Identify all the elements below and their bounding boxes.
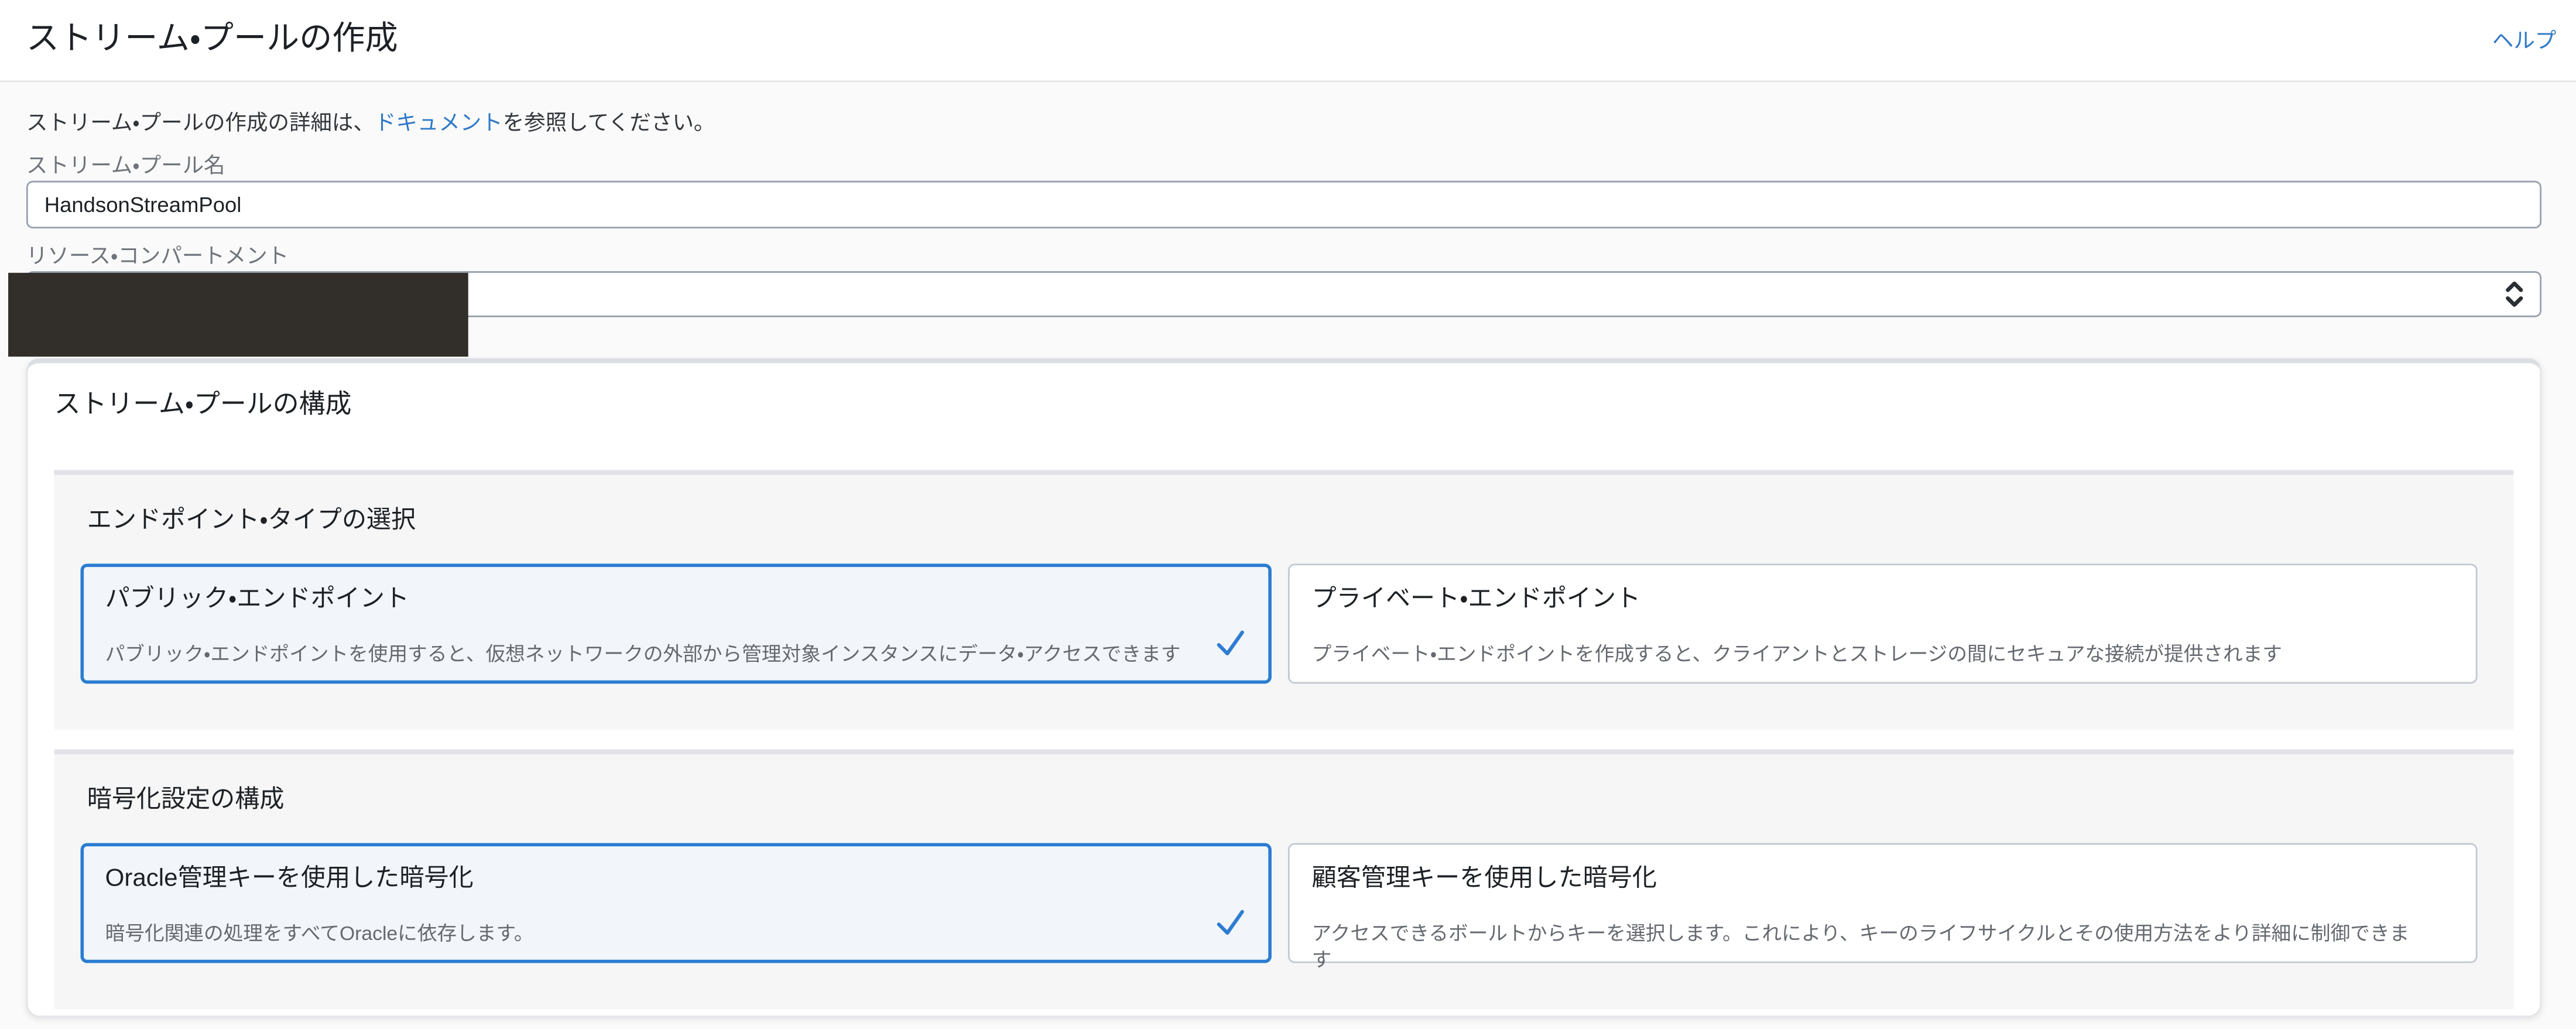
option-description: アクセスできるボールトからキーを選択します。これにより、キーのライフサイクルとそ…: [1311, 922, 2410, 972]
config-card-title: ストリーム・プールの構成: [54, 391, 352, 419]
option-card-private-endpoint[interactable]: プライベート・エンドポイント プライベート・エンドポイントを作成すると、クライア…: [1287, 563, 2478, 684]
option-title: 顧客管理キーを使用した暗号化: [1311, 864, 1657, 893]
redacted-region: [8, 272, 468, 357]
option-title: パブリック・エンドポイント: [105, 584, 410, 613]
option-card-public-endpoint[interactable]: パブリック・エンドポイント パブリック・エンドポイントを使用すると、仮想ネットワ…: [80, 563, 1271, 684]
stream-pool-name-label: ストリーム・プール名: [26, 152, 225, 178]
stream-pool-name-input[interactable]: [26, 180, 2542, 229]
intro-post: を参照してください。: [502, 110, 715, 135]
encryption-section-title: 暗号化設定の構成: [87, 785, 285, 814]
help-link[interactable]: ヘルプ: [2492, 23, 2556, 54]
page-title: ストリーム・プールの作成: [26, 21, 398, 58]
option-title: Oracle管理キーを使用した暗号化: [105, 864, 474, 893]
create-stream-pool-page: ストリーム・プールの作成 ヘルプ ストリーム・プールの作成の詳細は、ドキュメント…: [0, 0, 2576, 1029]
compartment-label: リソース・コンパートメント: [26, 243, 289, 268]
form-area: ストリーム・プールの作成の詳細は、ドキュメントを参照してください。 ストリーム・…: [0, 82, 2576, 1017]
stream-pool-config-card: ストリーム・プールの構成 エンドポイント・タイプの選択 パブリック・エンドポイン…: [26, 358, 2542, 1017]
page-header: ストリーム・プールの作成 ヘルプ: [0, 0, 2576, 83]
encryption-settings-section: 暗号化設定の構成 Oracle管理キーを使用した暗号化 暗号化関連の処理をすべて…: [54, 749, 2514, 1009]
endpoint-options: パブリック・エンドポイント パブリック・エンドポイントを使用すると、仮想ネットワ…: [80, 563, 2478, 684]
option-title: プライベート・エンドポイント: [1311, 584, 1641, 613]
option-card-oracle-managed-keys[interactable]: Oracle管理キーを使用した暗号化 暗号化関連の処理をすべてOracleに依存…: [80, 843, 1271, 963]
intro-pre: ストリーム・プールの作成の詳細は、: [26, 110, 375, 135]
select-updown-icon: [2504, 279, 2525, 309]
option-description: プライベート・エンドポイントを作成すると、クライアントとストレージの間にセキュア…: [1311, 642, 2283, 666]
documentation-link[interactable]: ドキュメント: [375, 110, 503, 135]
intro-text: ストリーム・プールの作成の詳細は、ドキュメントを参照してください。: [26, 108, 2541, 138]
checkmark-icon: [1213, 905, 1246, 938]
endpoint-type-section: エンドポイント・タイプの選択 パブリック・エンドポイント パブリック・エンドポイ…: [54, 470, 2514, 730]
encryption-options: Oracle管理キーを使用した暗号化 暗号化関連の処理をすべてOracleに依存…: [80, 843, 2478, 971]
endpoint-section-title: エンドポイント・タイプの選択: [87, 506, 416, 534]
option-description: 暗号化関連の処理をすべてOracleに依存します。: [105, 922, 534, 945]
option-card-customer-managed-keys[interactable]: 顧客管理キーを使用した暗号化 アクセスできるボールトからキーを選択します。これに…: [1287, 843, 2478, 971]
option-description: パブリック・エンドポイントを使用すると、仮想ネットワークの外部から管理対象インス…: [105, 642, 1181, 666]
checkmark-icon: [1213, 626, 1246, 659]
